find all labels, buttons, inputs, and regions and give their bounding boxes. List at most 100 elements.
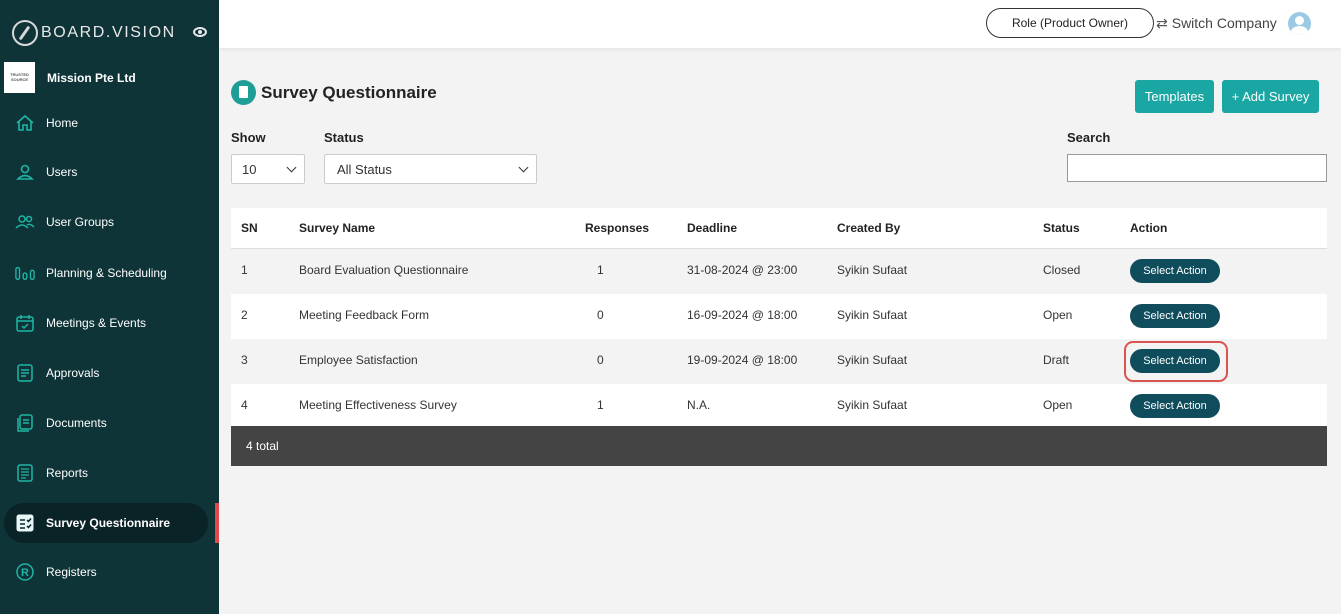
- cell-created-by: Syikin Sufaat: [837, 308, 908, 322]
- cell-sn: 2: [241, 308, 248, 322]
- cell-created-by: Syikin Sufaat: [837, 353, 908, 367]
- brand-name: BOARD.VISION: [41, 24, 176, 41]
- sidebar-item-home[interactable]: Home: [0, 103, 219, 143]
- status-select[interactable]: All Status: [324, 154, 537, 184]
- sidebar-item-label: Documents: [46, 416, 107, 430]
- sidebar-item-survey-questionnaire[interactable]: Survey Questionnaire: [0, 503, 219, 543]
- show-select[interactable]: 10: [231, 154, 305, 184]
- sidebar-item-reports[interactable]: Reports: [0, 453, 219, 493]
- cell-status: Open: [1043, 308, 1073, 322]
- home-icon: [15, 113, 35, 133]
- sidebar-item-registers[interactable]: R Registers: [0, 552, 219, 592]
- report-icon: [15, 463, 35, 483]
- status-label: Status: [324, 130, 364, 145]
- column-header-created-by: Created By: [837, 221, 901, 235]
- sidebar: BOARD.VISION TRUSTED SOURCE Mission Pte …: [0, 0, 219, 614]
- sidebar-item-label: Home: [46, 116, 79, 130]
- cell-responses: 1: [597, 263, 604, 277]
- column-header-deadline: Deadline: [687, 221, 738, 235]
- sidebar-item-documents[interactable]: Documents: [0, 403, 219, 443]
- cell-deadline: 19-09-2024 @ 18:00: [687, 353, 798, 367]
- user-icon: [15, 162, 35, 182]
- cell-responses: 0: [597, 353, 604, 367]
- sidebar-item-users[interactable]: Users: [0, 152, 219, 192]
- cell-sn: 1: [241, 263, 248, 277]
- select-action-button[interactable]: Select Action: [1130, 259, 1220, 283]
- top-bar: Role (Product Owner) ⇄ Switch Company: [219, 0, 1341, 48]
- cell-survey-name: Meeting Feedback Form: [299, 308, 430, 322]
- survey-icon: [15, 513, 35, 533]
- show-value: 10: [242, 161, 257, 177]
- cell-created-by: Syikin Sufaat: [837, 398, 908, 412]
- company-logo: TRUSTED SOURCE: [4, 62, 35, 93]
- sidebar-item-label: Survey Questionnaire: [46, 516, 171, 530]
- cell-survey-name: Employee Satisfaction: [299, 353, 418, 367]
- cell-survey-name: Board Evaluation Questionnaire: [299, 263, 469, 277]
- page-header: Survey Questionnaire: [231, 80, 437, 105]
- cell-status: Open: [1043, 398, 1073, 412]
- sidebar-item-label: User Groups: [46, 215, 115, 229]
- table-row: 4 Meeting Effectiveness Survey 1 N.A. Sy…: [231, 384, 1327, 429]
- cell-sn: 4: [241, 398, 248, 412]
- active-item-indicator: [215, 503, 219, 543]
- chevron-down-icon: [518, 162, 529, 173]
- calendar-icon: [15, 313, 35, 333]
- table-footer-total: 4 total: [231, 426, 1327, 466]
- brand-logo[interactable]: BOARD.VISION: [12, 19, 212, 47]
- column-header-responses: Responses: [585, 221, 650, 235]
- sidebar-item-label: Meetings & Events: [46, 316, 147, 330]
- sidebar-item-label: Reports: [46, 466, 89, 480]
- role-button[interactable]: Role (Product Owner): [986, 8, 1154, 38]
- table-header: SN Survey Name Responses Deadline Create…: [231, 208, 1327, 249]
- column-header-survey-name: Survey Name: [299, 221, 376, 235]
- svg-text:R: R: [21, 567, 29, 579]
- cell-survey-name: Meeting Effectiveness Survey: [299, 398, 457, 412]
- cell-deadline: N.A.: [687, 398, 711, 412]
- avatar[interactable]: [1288, 12, 1311, 35]
- switch-arrows-icon: ⇄: [1156, 14, 1168, 31]
- toggle-visibility-icon[interactable]: [193, 27, 207, 37]
- sidebar-item-user-groups[interactable]: User Groups: [0, 202, 219, 242]
- select-action-button[interactable]: Select Action: [1130, 349, 1220, 373]
- search-label: Search: [1067, 130, 1111, 145]
- cell-deadline: 31-08-2024 @ 23:00: [687, 263, 798, 277]
- cell-created-by: Syikin Sufaat: [837, 263, 908, 277]
- chart-bars-icon: [15, 263, 35, 283]
- board-vision-logo-icon: [12, 20, 38, 46]
- show-label: Show: [231, 130, 266, 145]
- sidebar-item-label: Planning & Scheduling: [46, 266, 167, 280]
- page-title: Survey Questionnaire: [261, 82, 437, 102]
- approval-doc-icon: [15, 363, 35, 383]
- select-action-button[interactable]: Select Action: [1130, 304, 1220, 328]
- cell-status: Draft: [1043, 353, 1070, 367]
- cell-status: Closed: [1043, 263, 1081, 277]
- table-row: 1 Board Evaluation Questionnaire 1 31-08…: [231, 249, 1327, 294]
- user-group-icon: [15, 212, 35, 232]
- switch-company-link[interactable]: ⇄ Switch Company: [1156, 8, 1277, 38]
- documents-icon: [15, 413, 35, 433]
- sidebar-item-label: Approvals: [46, 366, 100, 380]
- table-row: 2 Meeting Feedback Form 0 16-09-2024 @ 1…: [231, 294, 1327, 339]
- switch-company-label: Switch Company: [1171, 15, 1277, 31]
- cell-responses: 1: [597, 398, 604, 412]
- add-survey-button[interactable]: + Add Survey: [1222, 80, 1319, 113]
- chevron-down-icon: [286, 162, 297, 173]
- search-input[interactable]: [1067, 154, 1327, 182]
- sidebar-item-meetings[interactable]: Meetings & Events: [0, 303, 219, 343]
- status-value: All Status: [337, 161, 392, 177]
- column-header-status: Status: [1043, 221, 1080, 235]
- cell-responses: 0: [597, 308, 604, 322]
- select-action-button[interactable]: Select Action: [1130, 394, 1220, 418]
- column-header-sn: SN: [241, 221, 258, 235]
- cell-sn: 3: [241, 353, 248, 367]
- sidebar-item-approvals[interactable]: Approvals: [0, 353, 219, 393]
- table-row: 3 Employee Satisfaction 0 19-09-2024 @ 1…: [231, 339, 1327, 384]
- column-header-action: Action: [1130, 221, 1168, 235]
- cell-deadline: 16-09-2024 @ 18:00: [687, 308, 798, 322]
- sidebar-item-planning[interactable]: Planning & Scheduling: [0, 253, 219, 293]
- company-selector[interactable]: TRUSTED SOURCE Mission Pte Ltd: [4, 62, 136, 93]
- sidebar-item-label: Registers: [46, 565, 97, 579]
- templates-button[interactable]: Templates: [1135, 80, 1214, 113]
- sidebar-item-label: Users: [46, 165, 78, 179]
- registered-icon: R: [15, 562, 35, 582]
